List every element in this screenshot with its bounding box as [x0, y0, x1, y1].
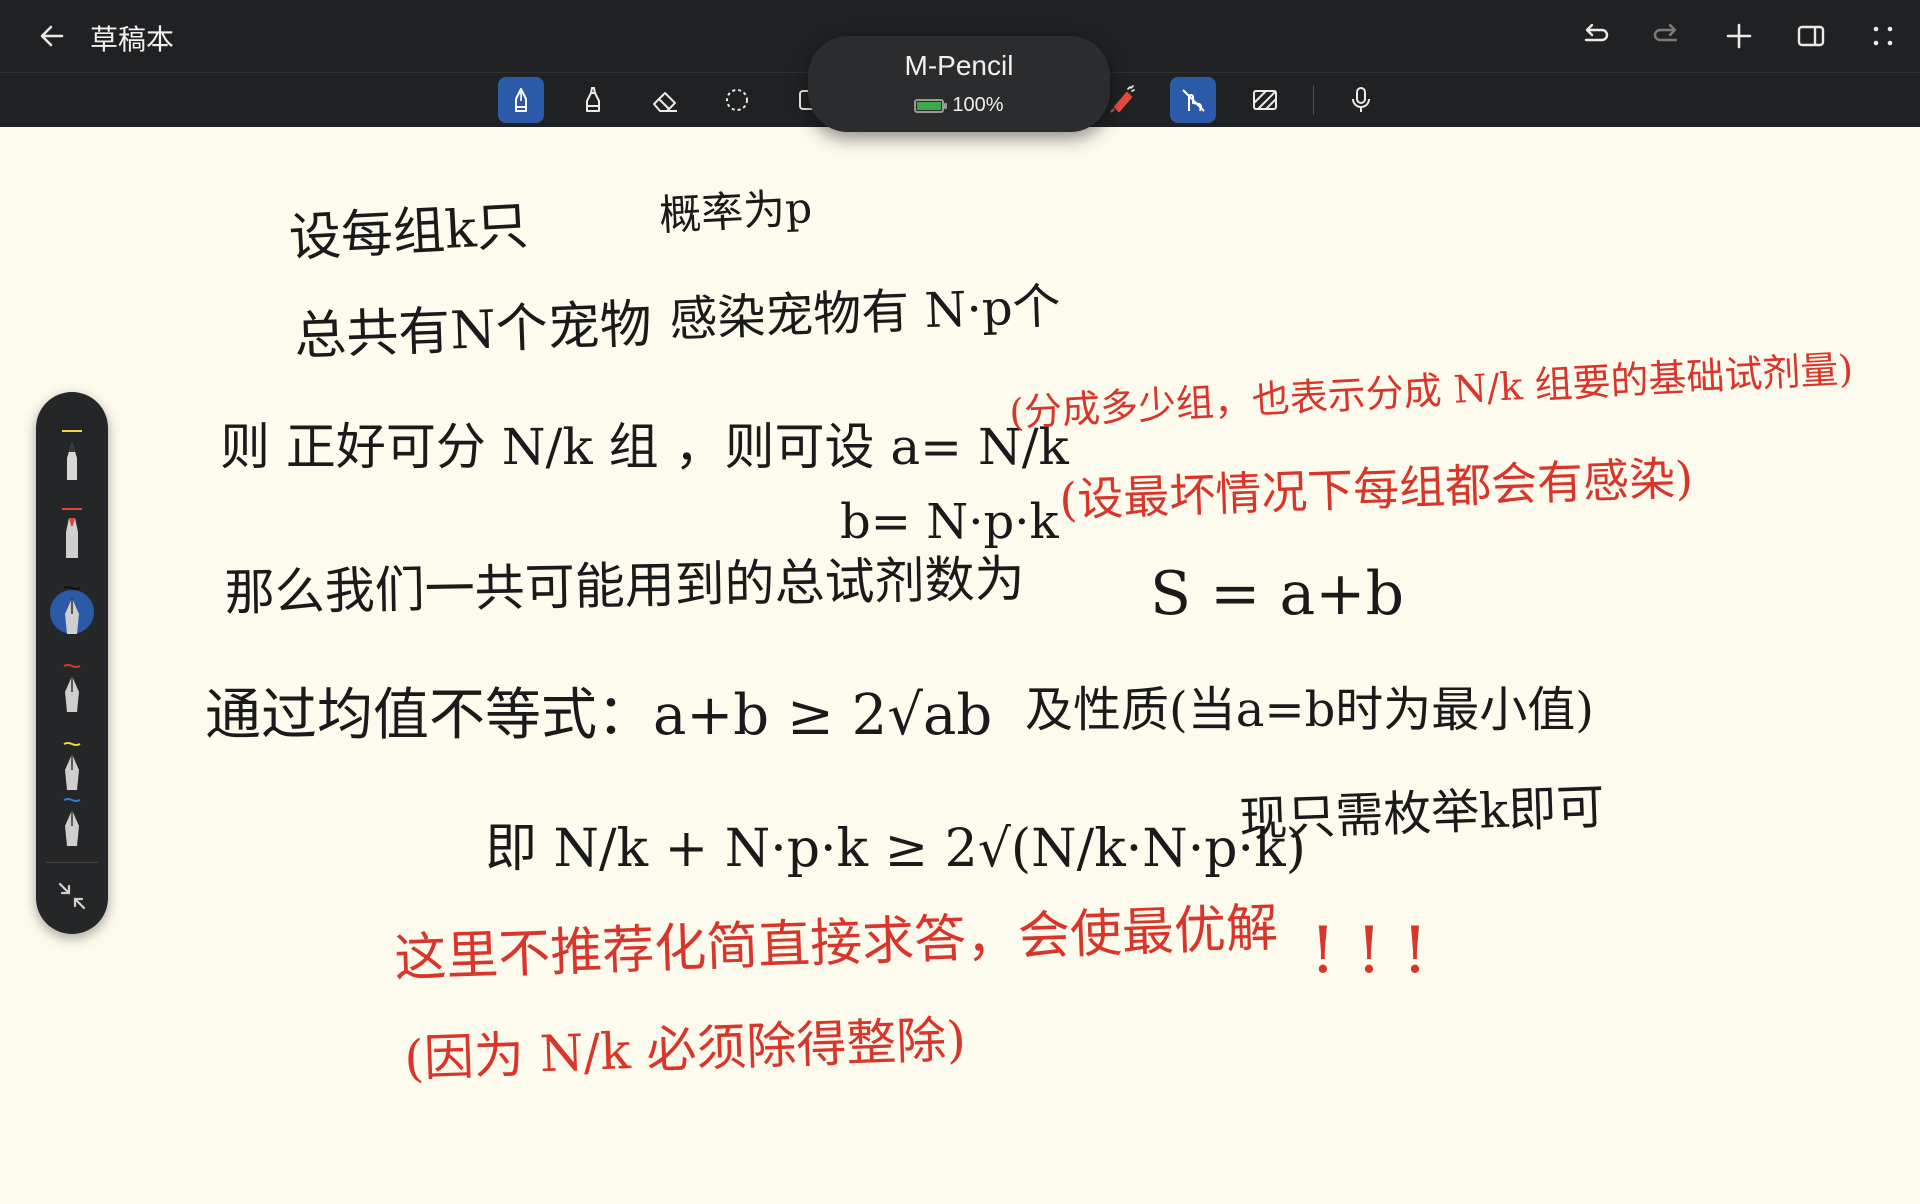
highlighter-icon[interactable]: [570, 77, 616, 123]
note-line: 概率为p: [658, 183, 813, 240]
note-line: 则 正好可分 N/k 组 ，则可设 a= N/k: [220, 418, 1070, 476]
more-icon[interactable]: [1861, 14, 1905, 58]
toolbar-divider: [1313, 85, 1314, 115]
pencil-device-name: M-Pencil: [904, 50, 1014, 81]
note-line: 那么我们一共可能用到的总试剂数为: [224, 550, 1025, 622]
redo-icon[interactable]: [1645, 14, 1689, 58]
page-title: 草稿本: [90, 23, 175, 56]
note-line: 及性质(当a=b时为最小值): [1025, 682, 1594, 738]
note-line: S = a+b: [1150, 559, 1404, 629]
eraser-icon[interactable]: [642, 77, 688, 123]
note-annotation: 这里不推荐化简直接求答，会使最优解: [393, 898, 1279, 989]
note-line: 现只需枚举k即可: [1238, 779, 1605, 848]
pencil-battery: 100%: [808, 94, 1110, 117]
texture-icon[interactable]: [1242, 77, 1288, 123]
note-line: 通过均值不等式：a+b ≥ 2√ab: [205, 683, 992, 748]
pen-icon[interactable]: [498, 77, 544, 123]
note-annotation: (设最坏情况下每组都会有感染): [1058, 451, 1693, 527]
lasso-icon[interactable]: [714, 77, 760, 123]
microphone-icon[interactable]: [1338, 77, 1384, 123]
battery-level: 100%: [952, 94, 1004, 116]
back-arrow-icon[interactable]: [30, 14, 74, 58]
undo-icon[interactable]: [1573, 14, 1617, 58]
note-line: 总共有N个宠物: [293, 295, 652, 367]
note-annotation: (分成多少组，也表示分成 N/k 组要的基础试剂量): [1008, 347, 1854, 435]
split-view-icon[interactable]: [1789, 14, 1833, 58]
note-line: 设每组k只: [288, 197, 530, 269]
add-icon[interactable]: [1717, 14, 1761, 58]
note-line: 即 N/k + N·p·k ≥ 2√(N/k·N·p·k): [485, 819, 1306, 879]
note-line: b= N·p·k: [840, 494, 1059, 550]
battery-icon: [914, 98, 948, 113]
note-canvas[interactable]: 设每组k只 概率为p 总共有N个宠物 感染宠物有 N·p个 则 正好可分 N/k…: [0, 126, 1920, 1200]
finger-draw-icon[interactable]: [1170, 77, 1216, 123]
note-annotation: (因为 N/k 必须除得整除): [403, 1010, 966, 1088]
note-line: 感染宠物有 N·p个: [668, 278, 1061, 348]
pencil-status-popup: M-Pencil 100%: [808, 36, 1110, 132]
note-annotation: ! ! !: [1310, 914, 1428, 988]
